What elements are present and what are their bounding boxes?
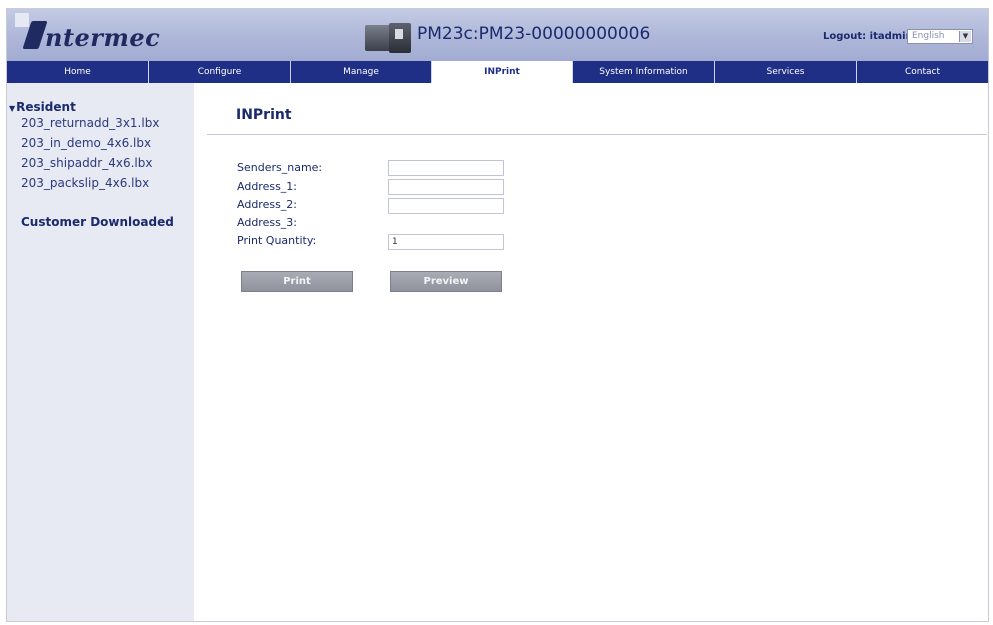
main-nav: Home Configure Manage INPrint System Inf…: [7, 61, 988, 83]
sidebar-file-item[interactable]: 203_returnadd_3x1.lbx: [21, 116, 159, 130]
nav-home[interactable]: Home: [7, 61, 149, 83]
senders-name-input[interactable]: [388, 160, 504, 176]
resident-label: Resident: [16, 100, 76, 114]
nav-contact[interactable]: Contact: [857, 61, 988, 83]
nav-configure[interactable]: Configure: [149, 61, 291, 83]
sidebar-file-item[interactable]: 203_in_demo_4x6.lbx: [21, 136, 151, 150]
dropdown-arrow-icon[interactable]: ▼: [959, 31, 971, 42]
nav-services[interactable]: Services: [715, 61, 857, 83]
language-select[interactable]: English ▼: [907, 29, 973, 44]
title-divider: [207, 134, 987, 135]
resident-folder[interactable]: ▼Resident: [9, 100, 76, 114]
print-button[interactable]: Print: [241, 271, 353, 292]
address-2-input[interactable]: [388, 198, 504, 214]
page-title: INPrint: [236, 107, 292, 123]
print-quantity-label: Print Quantity:: [237, 234, 317, 247]
sidebar: ▼Resident 203_returnadd_3x1.lbx 203_in_d…: [7, 83, 194, 621]
logout-link[interactable]: Logout: itadmin: [823, 31, 913, 42]
sidebar-file-item[interactable]: 203_shipaddr_4x6.lbx: [21, 156, 152, 170]
senders-name-label: Senders_name:: [237, 161, 323, 174]
language-value: English: [912, 31, 945, 41]
logo-tab-decoration: [15, 13, 29, 27]
address-1-input[interactable]: [388, 179, 504, 195]
print-quantity-input[interactable]: [388, 234, 504, 250]
address-2-label: Address_2:: [237, 198, 298, 211]
printer-icon: [363, 21, 413, 55]
sidebar-file-item[interactable]: 203_packslip_4x6.lbx: [21, 176, 149, 190]
expand-triangle-icon: ▼: [9, 104, 16, 113]
preview-button[interactable]: Preview: [390, 271, 502, 292]
nav-system-information[interactable]: System Information: [573, 61, 715, 83]
address-3-label: Address_3:: [237, 216, 298, 229]
logo-text: ntermec: [45, 23, 161, 52]
customer-downloaded-folder[interactable]: Customer Downloaded: [21, 215, 174, 229]
device-title: PM23c:PM23-00000000006: [417, 24, 651, 44]
nav-manage[interactable]: Manage: [291, 61, 432, 83]
nav-inprint[interactable]: INPrint: [432, 61, 573, 83]
address-1-label: Address_1:: [237, 180, 298, 193]
browser-page: ntermec PM23c:PM23-00000000006 Logout: i…: [6, 8, 989, 622]
header-bar: ntermec PM23c:PM23-00000000006 Logout: i…: [7, 9, 988, 61]
